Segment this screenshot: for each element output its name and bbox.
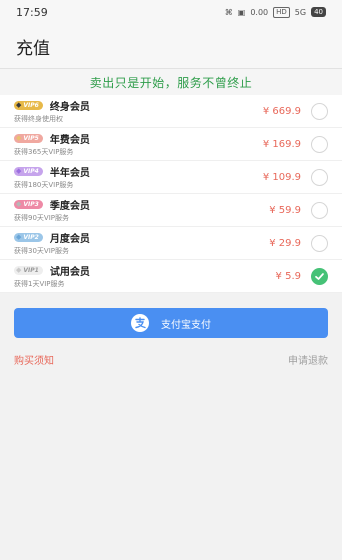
vip-badge: ◆ VIP6 [14, 100, 43, 110]
diamond-icon: ◆ [16, 133, 22, 142]
select-radio[interactable] [311, 201, 328, 219]
plan-row[interactable]: ◆ VIP3 季度会员 获得90天VIP服务 ¥ 59.9 [0, 194, 342, 227]
plan-name: 年费会员 [49, 134, 90, 146]
pay-button-label: 支付宝支付 [161, 319, 211, 331]
plan-desc: 获得1天VIP服务 [14, 280, 65, 288]
diamond-icon: ◆ [16, 100, 22, 109]
plan-row[interactable]: ◆ VIP4 半年会员 获得180天VIP服务 ¥ 109.9 [0, 161, 342, 194]
select-radio[interactable] [311, 168, 328, 186]
vibrate-icon: ▣ [237, 7, 246, 17]
vip-badge: ◆ VIP1 [14, 265, 43, 275]
plan-name: 月度会员 [49, 233, 90, 245]
net-speed: 0.00 [250, 7, 269, 17]
slogan-banner: 卖出只是开始，服务不曾终止 [0, 69, 342, 95]
diamond-icon: ◆ [16, 166, 22, 175]
select-radio[interactable] [311, 102, 328, 120]
page-title: 充值 [0, 24, 342, 68]
plan-price: ¥ 169.9 [262, 138, 301, 150]
alipay-pay-button[interactable]: 支付宝支付 [14, 308, 328, 338]
plan-desc: 获得30天VIP服务 [14, 247, 69, 255]
status-bar: 17:59 ⌘ ▣ 0.00 HD 5G 40 [0, 0, 342, 24]
select-radio[interactable] [311, 234, 328, 252]
refund-link[interactable]: 申请退款 [288, 352, 328, 367]
signal-icon: 5G [294, 7, 307, 17]
battery-icon: 40 [311, 7, 326, 17]
vip-badge: ◆ VIP2 [14, 232, 43, 242]
plan-row[interactable]: ◆ VIP1 试用会员 获得1天VIP服务 ¥ 5.9 [0, 260, 342, 293]
plan-price: ¥ 109.9 [262, 171, 301, 183]
plan-desc: 获得终身使用权 [14, 115, 63, 123]
diamond-icon: ◆ [16, 232, 22, 241]
diamond-icon: ◆ [16, 199, 22, 208]
diamond-icon: ◆ [16, 265, 22, 274]
plan-desc: 获得180天VIP服务 [14, 181, 74, 189]
plan-name: 季度会员 [49, 200, 90, 212]
hd-icon: HD [273, 6, 290, 18]
plan-price: ¥ 29.9 [269, 237, 301, 249]
plan-desc: 获得90天VIP服务 [14, 214, 69, 222]
vip-badge: ◆ VIP4 [14, 166, 43, 176]
plan-price: ¥ 59.9 [269, 204, 301, 216]
select-radio[interactable] [311, 267, 328, 285]
vip-badge: ◆ VIP3 [14, 199, 43, 209]
status-time: 17:59 [16, 5, 48, 19]
status-icons: ⌘ ▣ 0.00 HD 5G 40 [224, 6, 326, 18]
plan-price: ¥ 669.9 [262, 105, 301, 117]
plan-row[interactable]: ◆ VIP5 年费会员 获得365天VIP服务 ¥ 169.9 [0, 128, 342, 161]
plan-name: 终身会员 [49, 101, 90, 113]
vip-badge: ◆ VIP5 [14, 133, 43, 143]
footer-links: 购买须知 申请退款 [0, 338, 342, 367]
nfc-icon: ⌘ [224, 7, 233, 17]
plan-list: ◆ VIP6 终身会员 获得终身使用权 ¥ 669.9 ◆ VIP5 年费会员 获得… [0, 95, 342, 293]
select-radio[interactable] [311, 135, 328, 153]
purchase-notice-link[interactable]: 购买须知 [14, 352, 54, 367]
check-icon [315, 272, 324, 280]
plan-price: ¥ 5.9 [275, 270, 301, 282]
plan-desc: 获得365天VIP服务 [14, 148, 74, 156]
plan-row[interactable]: ◆ VIP6 终身会员 获得终身使用权 ¥ 669.9 [0, 95, 342, 128]
plan-name: 半年会员 [49, 167, 90, 179]
alipay-icon [131, 314, 149, 332]
plan-name: 试用会员 [49, 266, 90, 278]
plan-row[interactable]: ◆ VIP2 月度会员 获得30天VIP服务 ¥ 29.9 [0, 227, 342, 260]
